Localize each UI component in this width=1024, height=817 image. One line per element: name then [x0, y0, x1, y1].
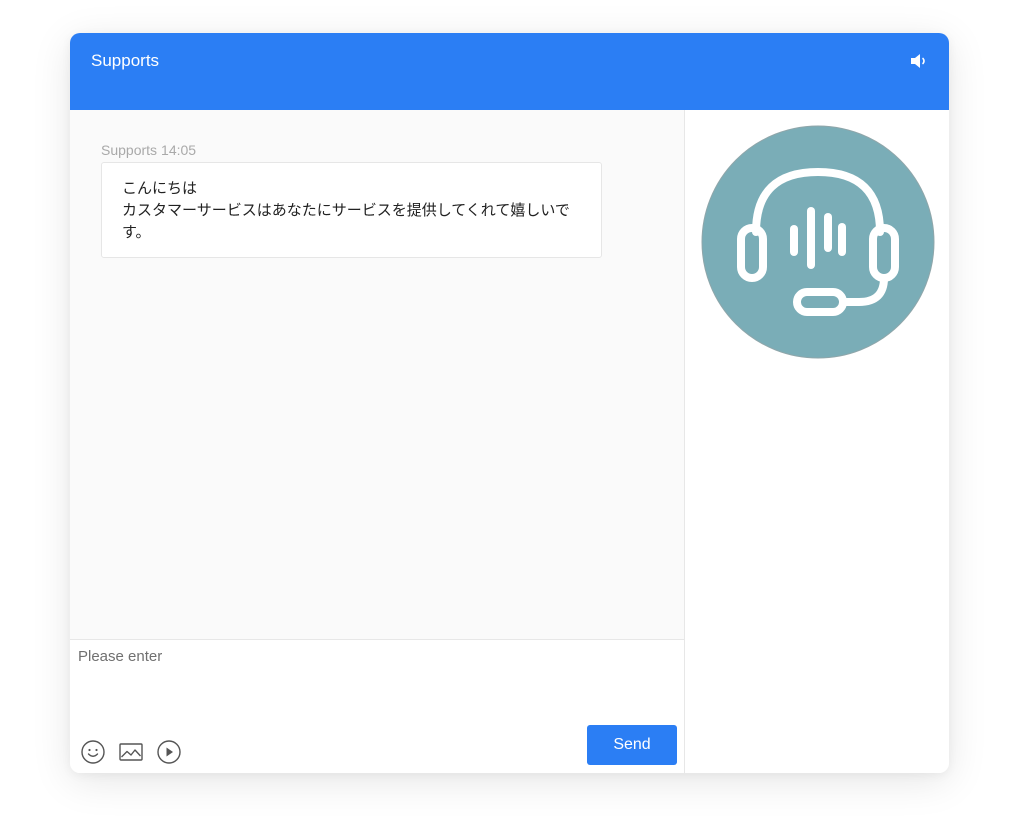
message-list[interactable]: Supports 14:05 こんにちは カスタマーサービスはあなたにサービスを提… [70, 110, 684, 639]
header-bar: Supports [70, 33, 949, 110]
agent-panel [685, 110, 949, 773]
header-title: Supports [91, 51, 160, 70]
message-line: カスタマーサービスはあなたにサービスを提供してくれて嬉しいです。 [122, 201, 570, 241]
send-button[interactable]: Send [587, 725, 677, 765]
composer: Send [70, 639, 684, 773]
message-bubble: こんにちは カスタマーサービスはあなたにサービスを提供してくれて嬉しいです。 [101, 162, 602, 258]
message-meta: Supports 14:05 [101, 142, 196, 158]
chat-window: Supports Supports 14:05 こんにちは カスタマーサービスはあ… [70, 33, 949, 773]
composer-toolbar [80, 739, 194, 765]
speaker-icon[interactable] [909, 51, 931, 71]
headset-icon [701, 125, 935, 359]
emoji-icon[interactable] [80, 739, 106, 765]
message-time: 14:05 [161, 142, 197, 158]
image-icon[interactable] [118, 739, 144, 765]
message-line: こんにちは [122, 179, 198, 197]
chat-panel: Supports 14:05 こんにちは カスタマーサービスはあなたにサービスを提… [70, 110, 685, 773]
message-input[interactable] [78, 648, 668, 718]
video-icon[interactable] [156, 739, 182, 765]
message-sender: Supports [101, 142, 158, 158]
